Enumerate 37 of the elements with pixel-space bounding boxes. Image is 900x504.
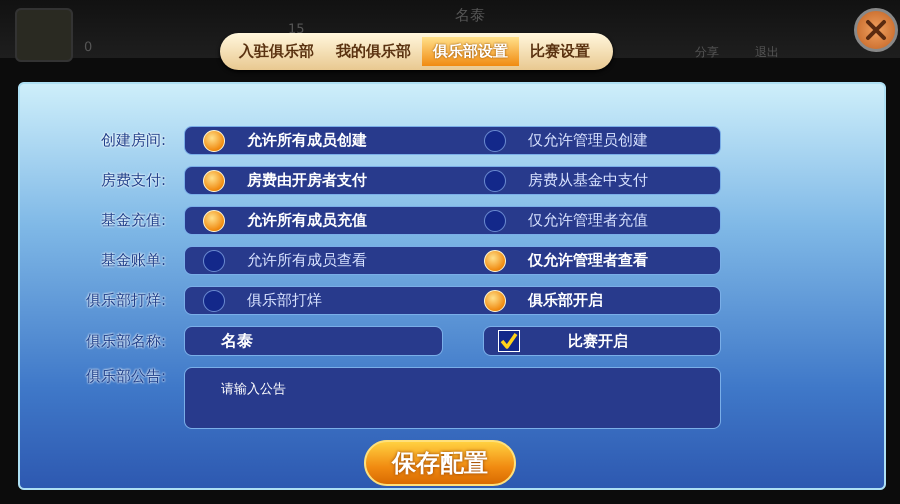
option-label: 比赛开启 <box>568 332 628 350</box>
radio-button[interactable] <box>484 210 506 232</box>
radio-button[interactable] <box>203 250 225 272</box>
option-label: 允许所有成员创建 <box>247 131 367 150</box>
room-name: 名泰 <box>455 6 485 25</box>
setting-label: 创建房间: <box>100 131 167 150</box>
option-label: 仅允许管理员创建 <box>528 131 648 150</box>
option-label: 仅允许管理者查看 <box>528 251 648 270</box>
option-label: 房费由开房者支付 <box>247 171 367 190</box>
setting-label: 房费支付: <box>100 171 167 190</box>
count-label: 15 <box>288 22 305 37</box>
tab[interactable]: 比赛设置 <box>519 37 601 66</box>
option-label: 仅允许管理者充值 <box>528 211 648 230</box>
check-icon <box>500 332 518 350</box>
option-label: 俱乐部打烊 <box>247 291 322 310</box>
notice-field[interactable]: 请输入公告 <box>184 367 721 429</box>
avatar-frame <box>15 8 73 62</box>
menu-label: 退出 <box>755 44 779 61</box>
club-name-field[interactable]: 名泰 <box>184 326 443 356</box>
menu-label: 分享 <box>695 44 719 61</box>
option-label: 允许所有成员充值 <box>247 211 367 230</box>
setting-label: 俱乐部打烊: <box>84 291 167 310</box>
option-label: 房费从基金中支付 <box>528 171 648 190</box>
tab[interactable]: 我的俱乐部 <box>325 37 422 66</box>
setting-label: 俱乐部公告: <box>84 367 167 386</box>
radio-button[interactable] <box>484 130 506 152</box>
option-label: 俱乐部开启 <box>528 291 603 310</box>
tab[interactable]: 入驻俱乐部 <box>228 37 325 66</box>
setting-label: 基金账单: <box>100 251 167 270</box>
close-icon <box>865 19 887 41</box>
coin-count: 0 <box>84 40 92 55</box>
option-label: 允许所有成员查看 <box>247 251 367 270</box>
radio-button[interactable] <box>203 290 225 312</box>
setting-label: 俱乐部名称: <box>84 332 167 350</box>
radio-button[interactable] <box>484 170 506 192</box>
checkbox[interactable] <box>498 330 520 352</box>
setting-label: 基金充值: <box>100 211 167 230</box>
